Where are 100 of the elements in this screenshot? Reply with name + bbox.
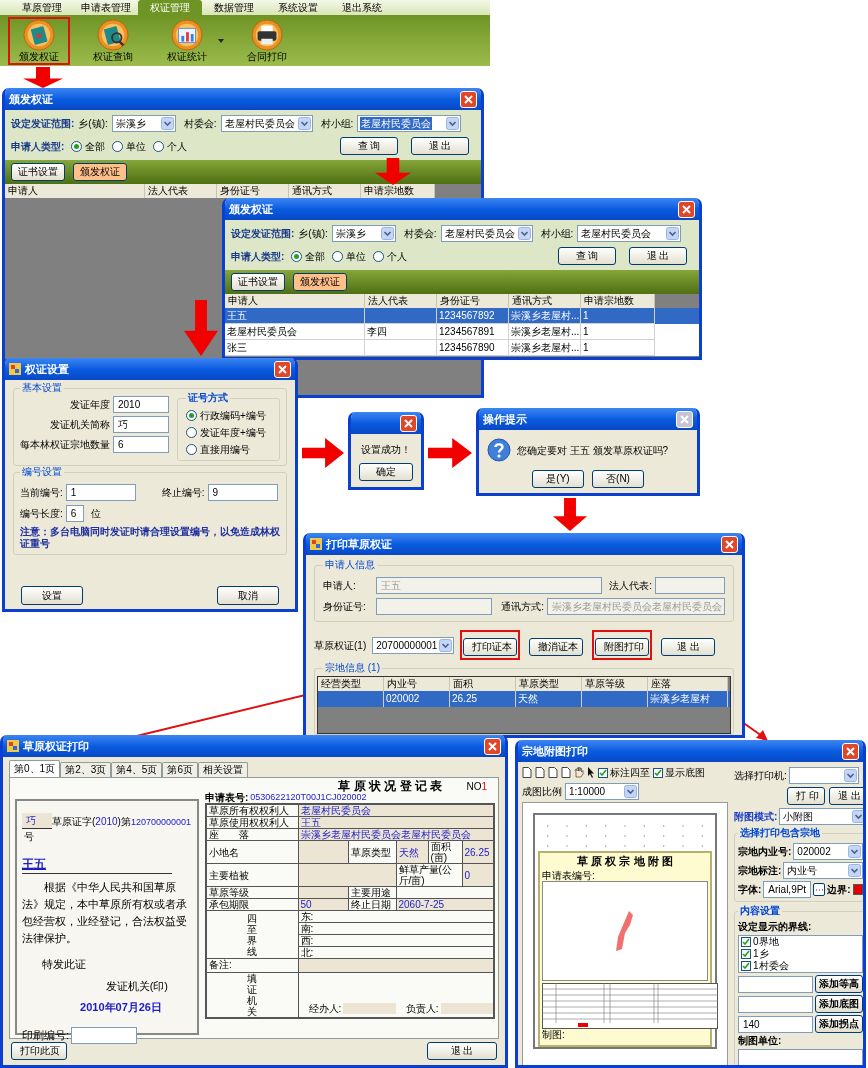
button[interactable]: 附图打印 bbox=[595, 638, 650, 656]
button[interactable]: 证书设置 bbox=[231, 273, 285, 291]
button[interactable]: 颁发权证 bbox=[73, 163, 127, 181]
column-header[interactable]: 申请宗地数 bbox=[581, 294, 655, 308]
signature-field[interactable] bbox=[343, 1003, 396, 1014]
column-header[interactable]: 草原类型 bbox=[516, 677, 582, 691]
button[interactable]: 打印证本 bbox=[463, 638, 518, 656]
dropdown[interactable]: 内业号 bbox=[783, 862, 863, 879]
ribbon-tool-button[interactable]: 颁发权证 bbox=[8, 17, 70, 65]
dropdown[interactable]: 1:10000 bbox=[565, 783, 639, 800]
table-row[interactable]: 张三 1234567890 崇溪乡老屋村... 1 bbox=[225, 340, 699, 356]
tab[interactable]: 第4、5页 bbox=[111, 762, 163, 777]
button[interactable]: 退 出 bbox=[629, 247, 687, 265]
tab[interactable]: 第2、3页 bbox=[60, 762, 112, 777]
tab[interactable]: 第6页 bbox=[162, 762, 198, 777]
dropdown[interactable]: 020002 bbox=[793, 843, 863, 860]
ribbon-tab[interactable]: 数据管理 bbox=[202, 0, 266, 15]
ribbon-tab[interactable]: 申请表管理 bbox=[74, 0, 138, 15]
text-field[interactable]: 9 bbox=[207, 484, 278, 501]
button[interactable]: 打印此页 bbox=[11, 1042, 67, 1060]
button[interactable]: 证书设置 bbox=[11, 163, 65, 181]
column-header[interactable]: 通讯方式 bbox=[289, 184, 361, 198]
column-header[interactable]: 身份证号 bbox=[217, 184, 289, 198]
print-number-field[interactable] bbox=[71, 1026, 138, 1044]
checkbox[interactable]: 1村委会 bbox=[741, 960, 860, 972]
close-button[interactable] bbox=[400, 414, 417, 432]
column-header[interactable]: 面积 bbox=[450, 677, 516, 691]
table-row[interactable]: 老屋村民委员会 李四 1234567891 崇溪乡老屋村... 1 bbox=[225, 324, 699, 340]
table-row[interactable]: 020002 26.25 天然 崇溪乡老屋村 bbox=[318, 691, 730, 707]
dropdown[interactable]: 老屋村民委员会 bbox=[440, 225, 533, 242]
text-field[interactable] bbox=[738, 995, 813, 1013]
close-button[interactable] bbox=[274, 360, 291, 378]
radio-button[interactable]: 直接用编号 bbox=[186, 442, 271, 457]
button[interactable]: 添加等高 bbox=[815, 975, 863, 993]
list-box[interactable]: 0界地 1乡 1村委会 bbox=[738, 935, 863, 973]
button[interactable]: 否(N) bbox=[592, 470, 644, 488]
radio-button[interactable]: 全部 bbox=[291, 248, 326, 264]
column-header[interactable]: 法人代表 bbox=[145, 184, 217, 198]
radio-button[interactable]: 行政编码+编号 bbox=[186, 408, 271, 423]
radio-button[interactable]: 单位 bbox=[112, 138, 147, 154]
ribbon-tab[interactable]: 权证管理 bbox=[138, 0, 202, 15]
radio-button[interactable]: 单位 bbox=[332, 248, 367, 264]
ribbon-tool-button[interactable]: 权证查询 bbox=[82, 17, 144, 65]
text-field[interactable]: 6 bbox=[65, 505, 84, 522]
color-swatch[interactable] bbox=[852, 884, 863, 895]
button[interactable]: 是(Y) bbox=[532, 470, 584, 488]
text-field[interactable]: Arial,9Pt bbox=[763, 881, 812, 898]
button[interactable]: 取消 bbox=[217, 586, 279, 605]
radio-button[interactable]: 发证年度+编号 bbox=[186, 425, 271, 440]
close-button[interactable] bbox=[721, 535, 738, 553]
column-header[interactable]: 通讯方式 bbox=[509, 294, 581, 308]
text-field[interactable]: 1 bbox=[65, 484, 136, 501]
dropdown[interactable]: 20700000001 bbox=[372, 636, 455, 654]
button[interactable]: 设置 bbox=[21, 586, 83, 605]
checkbox[interactable]: 显示底图 bbox=[653, 765, 705, 780]
column-header[interactable]: 草原等级 bbox=[582, 677, 648, 691]
column-header[interactable]: 申请宗地数 bbox=[361, 184, 435, 198]
column-header[interactable]: 座落 bbox=[648, 677, 728, 691]
checkbox[interactable]: 标注四至 bbox=[598, 765, 650, 780]
browse-button[interactable] bbox=[813, 883, 826, 896]
text-field[interactable]: 140 bbox=[738, 1015, 813, 1033]
column-header[interactable]: 法人代表 bbox=[365, 294, 437, 308]
dropdown[interactable] bbox=[788, 767, 859, 784]
tab[interactable]: 相关设置 bbox=[197, 762, 248, 777]
text-field[interactable]: 6 bbox=[113, 436, 169, 453]
dropdown[interactable]: 老屋村民委员会 bbox=[220, 115, 313, 132]
radio-button[interactable]: 个人 bbox=[373, 248, 408, 264]
ribbon-tab[interactable]: 退出系统 bbox=[330, 0, 394, 15]
close-button[interactable] bbox=[460, 90, 477, 108]
button[interactable]: 添加拐点 bbox=[815, 1015, 863, 1033]
dropdown[interactable]: 崇溪乡 bbox=[111, 115, 176, 132]
column-header[interactable]: 申请人 bbox=[5, 184, 145, 198]
button[interactable]: 撤消证本 bbox=[529, 638, 584, 656]
dropdown[interactable]: 崇溪乡 bbox=[331, 225, 396, 242]
close-button[interactable] bbox=[678, 200, 695, 218]
button[interactable]: 退 出 bbox=[411, 137, 469, 155]
dropdown[interactable]: 老屋村民委员会 bbox=[577, 225, 682, 242]
ribbon-tool-button[interactable]: 合同打印 bbox=[236, 17, 298, 65]
table-row[interactable]: 王五 1234567892 崇溪乡老屋村... 1 bbox=[225, 308, 699, 324]
radio-button[interactable]: 个人 bbox=[153, 138, 188, 154]
checkbox[interactable]: 0界地 bbox=[741, 936, 860, 948]
button[interactable]: 退 出 bbox=[427, 1042, 497, 1060]
signature-field[interactable] bbox=[440, 1003, 494, 1014]
text-field[interactable] bbox=[738, 1049, 863, 1065]
tab[interactable]: 第0、1页 bbox=[9, 760, 61, 777]
button[interactable]: 查 询 bbox=[340, 137, 398, 155]
button[interactable]: 退 出 bbox=[829, 787, 863, 805]
button[interactable]: 查 询 bbox=[558, 247, 616, 265]
text-field[interactable]: 2010 bbox=[113, 396, 169, 413]
column-header[interactable]: 申请人 bbox=[225, 294, 365, 308]
ribbon-tool-button[interactable]: 权证统计 bbox=[156, 17, 218, 65]
button[interactable]: 颁发权证 bbox=[293, 273, 347, 291]
column-header[interactable]: 内业号 bbox=[384, 677, 450, 691]
text-field[interactable]: 巧 bbox=[113, 416, 169, 433]
button[interactable]: 添加底图 bbox=[815, 995, 863, 1013]
close-button[interactable] bbox=[484, 737, 501, 755]
button[interactable]: 退 出 bbox=[661, 638, 716, 656]
text-field[interactable] bbox=[738, 975, 813, 993]
dropdown[interactable]: 小附图 bbox=[779, 808, 863, 825]
button[interactable]: 确定 bbox=[359, 463, 413, 481]
